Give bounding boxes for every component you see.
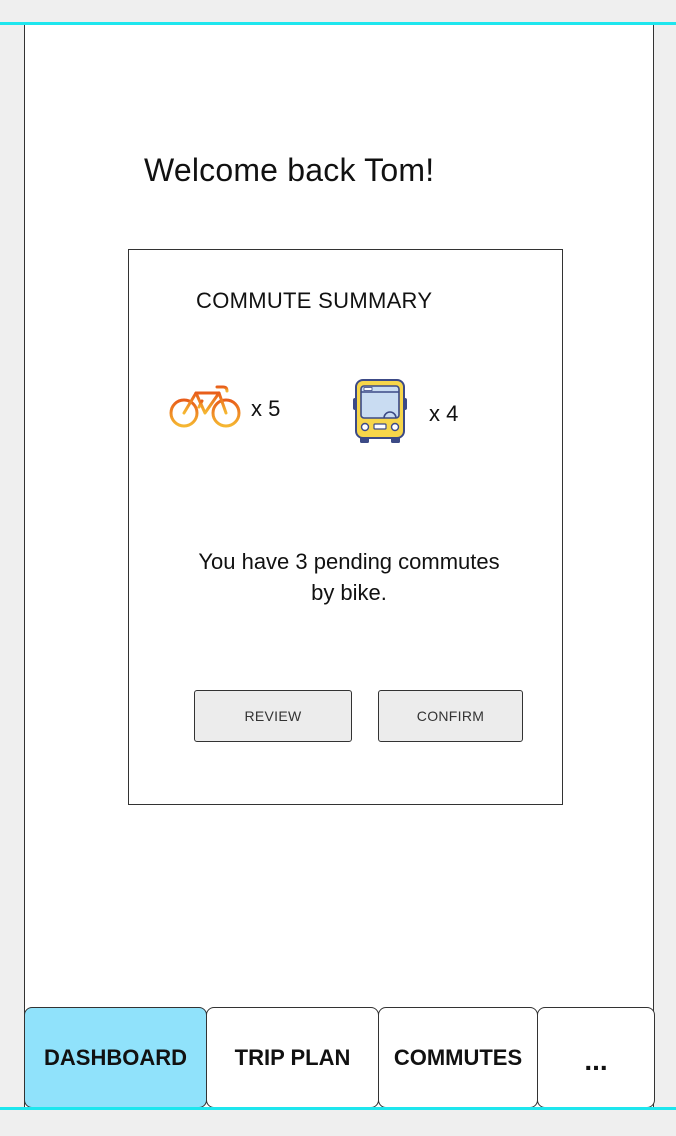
bike-icon [169,383,241,434]
tab-commutes[interactable]: COMMUTES [378,1007,538,1108]
bike-stat: x 5 [169,383,280,434]
pending-line-2: by bike. [311,580,387,605]
pending-line-1: You have 3 pending commutes [198,549,500,574]
tab-dashboard[interactable]: DASHBOARD [24,1007,207,1108]
tab-more[interactable]: ... [537,1007,655,1108]
bottom-tab-bar: DASHBOARD TRIP PLAN COMMUTES ... [24,1007,655,1108]
commute-summary-card: COMMUTE SUMMARY x 5 x 4 You have 3 pendi… [128,249,563,805]
pending-commutes-message: You have 3 pending commutes by bike. [169,546,529,608]
bus-stat: x 4 [351,378,458,449]
card-title: COMMUTE SUMMARY [196,288,433,313]
bus-icon [351,378,409,449]
bottom-accent-line [0,1107,676,1110]
confirm-button[interactable]: CONFIRM [378,690,523,742]
tab-trip-plan[interactable]: TRIP PLAN [206,1007,379,1108]
review-button[interactable]: REVIEW [194,690,352,742]
welcome-heading: Welcome back Tom! [144,152,435,188]
bike-count: x 5 [251,395,281,421]
bus-count: x 4 [429,400,459,426]
